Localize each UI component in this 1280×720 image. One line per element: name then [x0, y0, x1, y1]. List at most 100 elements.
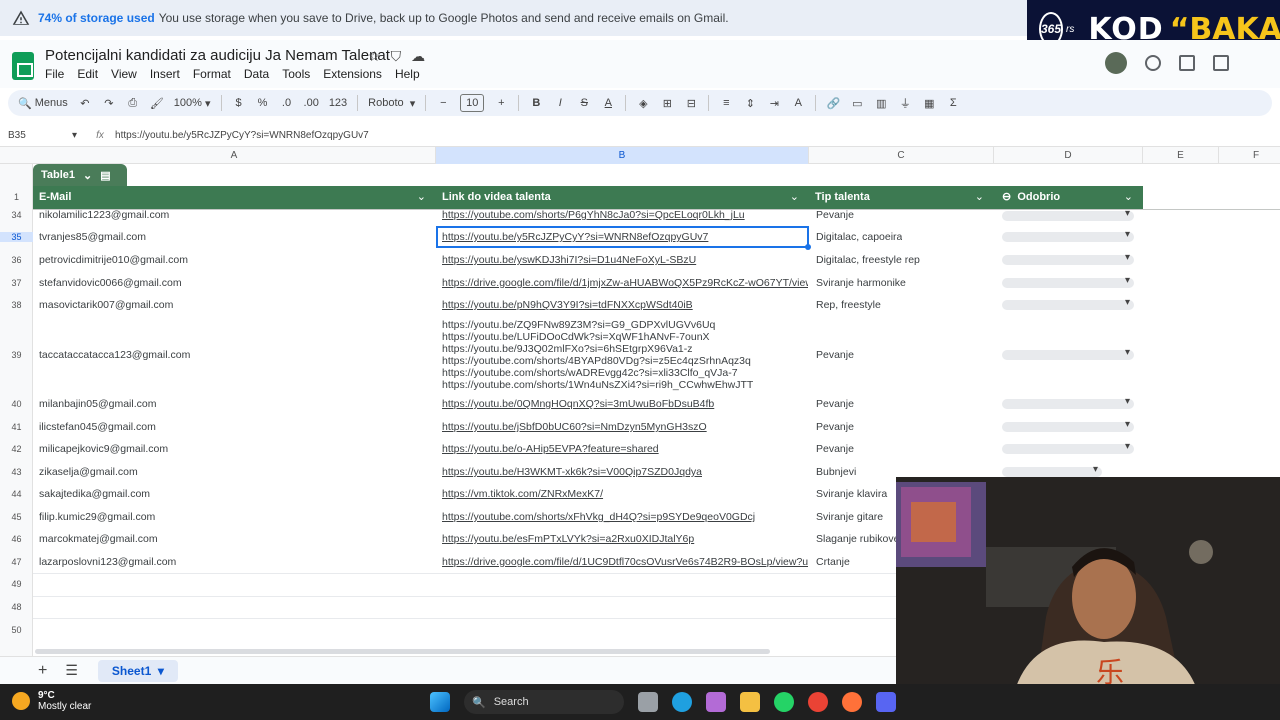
- valign-icon[interactable]: ⇕: [743, 97, 757, 110]
- link-cell[interactable]: https://drive.google.com/file/d/1UC9Dtfl…: [442, 556, 808, 568]
- file-explorer-icon[interactable]: [740, 692, 760, 712]
- chevron-down-icon[interactable]: ⌄: [417, 186, 426, 209]
- strikethrough-icon[interactable]: S: [577, 97, 591, 109]
- zoom-select[interactable]: 100% ▾: [174, 97, 211, 110]
- firefox-icon[interactable]: [842, 692, 862, 712]
- odobrio-dropdown[interactable]: [1002, 297, 1134, 310]
- avatar[interactable]: [1105, 52, 1127, 74]
- copilot-icon[interactable]: [706, 692, 726, 712]
- email-cell[interactable]: lazarposlovni123@gmail.com: [39, 556, 176, 568]
- email-cell[interactable]: stefanvidovic0066@gmail.com: [39, 277, 182, 289]
- row-number[interactable]: 1: [0, 192, 33, 202]
- selected-cell[interactable]: [436, 226, 811, 250]
- odobrio-dropdown[interactable]: [1002, 464, 1102, 477]
- link-cell[interactable]: https://youtu.be/yswKDJ3hi7I?si=D1u4NeFo…: [442, 254, 807, 266]
- odobrio-dropdown[interactable]: [1002, 441, 1134, 454]
- odobrio-dropdown[interactable]: [1002, 419, 1134, 432]
- link-line[interactable]: https://youtu.be/9J3Q02mlFXo?si=6hSEtgrp…: [442, 343, 693, 355]
- functions-icon[interactable]: Σ: [946, 97, 960, 109]
- edge-icon[interactable]: [672, 692, 692, 712]
- formula-input[interactable]: https://youtu.be/y5RcJZPyCyY?si=WNRN8efO…: [115, 130, 369, 141]
- table-name-tag[interactable]: Table1 ⌄ ▤: [33, 164, 127, 186]
- email-cell[interactable]: marcokmatej@gmail.com: [39, 533, 158, 545]
- task-view-icon[interactable]: [638, 692, 658, 712]
- column-header-e[interactable]: E: [1143, 147, 1219, 164]
- menu-data[interactable]: Data: [244, 67, 269, 81]
- menu-extensions[interactable]: Extensions: [323, 67, 382, 81]
- link-cell[interactable]: https://youtu.be/o-AHip5EVPA?feature=sha…: [442, 443, 807, 455]
- whatsapp-icon[interactable]: [774, 692, 794, 712]
- fill-color-icon[interactable]: ◈: [636, 97, 650, 110]
- link-cell[interactable]: https://vm.tiktok.com/ZNRxMexK7/: [442, 488, 807, 500]
- menu-edit[interactable]: Edit: [77, 67, 98, 81]
- table-menu-icon[interactable]: ▤: [100, 169, 110, 182]
- menu-format[interactable]: Format: [193, 67, 231, 81]
- tip-cell[interactable]: Rep, freestyle: [816, 299, 881, 311]
- all-sheets-icon[interactable]: ☰: [65, 662, 78, 679]
- bold-icon[interactable]: B: [529, 97, 543, 109]
- email-cell[interactable]: masovictarik007@gmail.com: [39, 299, 173, 311]
- discord-icon[interactable]: [876, 692, 896, 712]
- link-cell[interactable]: https://youtu.be/esFmPTxLVYk?si=a2Rxu0XI…: [442, 533, 807, 545]
- row-number[interactable]: 41: [0, 422, 33, 432]
- menu-tools[interactable]: Tools: [282, 67, 310, 81]
- column-header-c[interactable]: C: [809, 147, 994, 164]
- tip-cell[interactable]: Sviranje gitare: [816, 511, 894, 523]
- menu-file[interactable]: File: [45, 67, 64, 81]
- search-menus[interactable]: 🔍 Menus: [18, 97, 68, 110]
- header-odobrio[interactable]: ⊖ Odobrio ⌄: [994, 186, 1143, 209]
- link-line[interactable]: https://youtube.com/shorts/4BYAPd80VDg?s…: [442, 355, 751, 367]
- row-number[interactable]: 38: [0, 300, 33, 310]
- font-select[interactable]: Roboto ▾: [368, 97, 415, 110]
- link-line[interactable]: https://youtu.be/LUFiDOoCdWk?si=XqWF1hAN…: [442, 331, 710, 343]
- comments-icon[interactable]: [1179, 55, 1195, 71]
- link-cell[interactable]: https://youtu.be/jSbfD0bUC60?si=NmDzyn5M…: [442, 421, 807, 433]
- email-cell[interactable]: milicapejkovic9@gmail.com: [39, 443, 168, 455]
- email-cell[interactable]: filip.kumic29@gmail.com: [39, 511, 155, 523]
- row-number[interactable]: 44: [0, 489, 33, 499]
- font-size-decrease[interactable]: −: [436, 97, 450, 109]
- taskbar-search[interactable]: 🔍 Search: [464, 690, 624, 714]
- align-icon[interactable]: ≡: [719, 97, 733, 109]
- windows-start-icon[interactable]: [430, 692, 450, 712]
- column-header-b[interactable]: B: [436, 147, 809, 164]
- odobrio-dropdown[interactable]: [1002, 252, 1134, 265]
- row-number[interactable]: 46: [0, 534, 33, 544]
- link-line[interactable]: https://youtube.com/shorts/wADREvgg42c?s…: [442, 367, 738, 379]
- decrease-decimal-button[interactable]: .0: [280, 97, 294, 109]
- filter-views-icon[interactable]: ▦: [922, 97, 936, 110]
- header-link[interactable]: Link do videa talenta ⌄: [436, 186, 809, 209]
- merge-icon[interactable]: ⊟: [684, 97, 698, 110]
- font-size-input[interactable]: 10: [460, 94, 485, 112]
- chart-icon[interactable]: ▥: [874, 97, 888, 110]
- row-number[interactable]: 37: [0, 278, 33, 288]
- history-icon[interactable]: [1145, 55, 1161, 71]
- link-line[interactable]: https://youtube.com/shorts/1Wn4uNsZXi4?s…: [442, 379, 753, 391]
- menu-insert[interactable]: Insert: [150, 67, 180, 81]
- tip-cell[interactable]: Pevanje: [816, 209, 854, 221]
- borders-icon[interactable]: ⊞: [660, 97, 674, 110]
- odobrio-dropdown[interactable]: [1002, 229, 1134, 242]
- chevron-down-icon[interactable]: ⌄: [83, 169, 92, 182]
- currency-button[interactable]: $: [232, 97, 246, 109]
- rotate-icon[interactable]: A: [791, 97, 805, 109]
- horizontal-scrollbar[interactable]: [35, 649, 770, 654]
- row-number[interactable]: 36: [0, 255, 33, 265]
- star-icon[interactable]: ☆: [368, 48, 381, 65]
- row-number[interactable]: 34: [0, 210, 33, 220]
- tip-cell[interactable]: Digitalac, capoeira: [816, 231, 902, 243]
- column-header-f[interactable]: F: [1219, 147, 1280, 164]
- email-cell[interactable]: tvranjes85@gmail.com: [39, 231, 146, 243]
- chevron-down-icon[interactable]: ⌄: [790, 186, 799, 209]
- email-cell[interactable]: ilicstefan045@gmail.com: [39, 421, 156, 433]
- row-number[interactable]: 50: [0, 625, 33, 635]
- email-cell[interactable]: zikaselja@gmail.com: [39, 466, 138, 478]
- tip-cell[interactable]: Slaganje rubikove: [816, 533, 896, 545]
- redo-icon[interactable]: ↷: [102, 97, 116, 110]
- cloud-icon[interactable]: ☁: [411, 48, 425, 65]
- name-box-caret[interactable]: ▾: [72, 130, 77, 141]
- tip-cell[interactable]: Pevanje: [816, 421, 854, 433]
- odobrio-dropdown[interactable]: [1002, 208, 1134, 221]
- row-number[interactable]: 35: [0, 232, 33, 242]
- header-tip[interactable]: Tip talenta ⌄: [809, 186, 994, 209]
